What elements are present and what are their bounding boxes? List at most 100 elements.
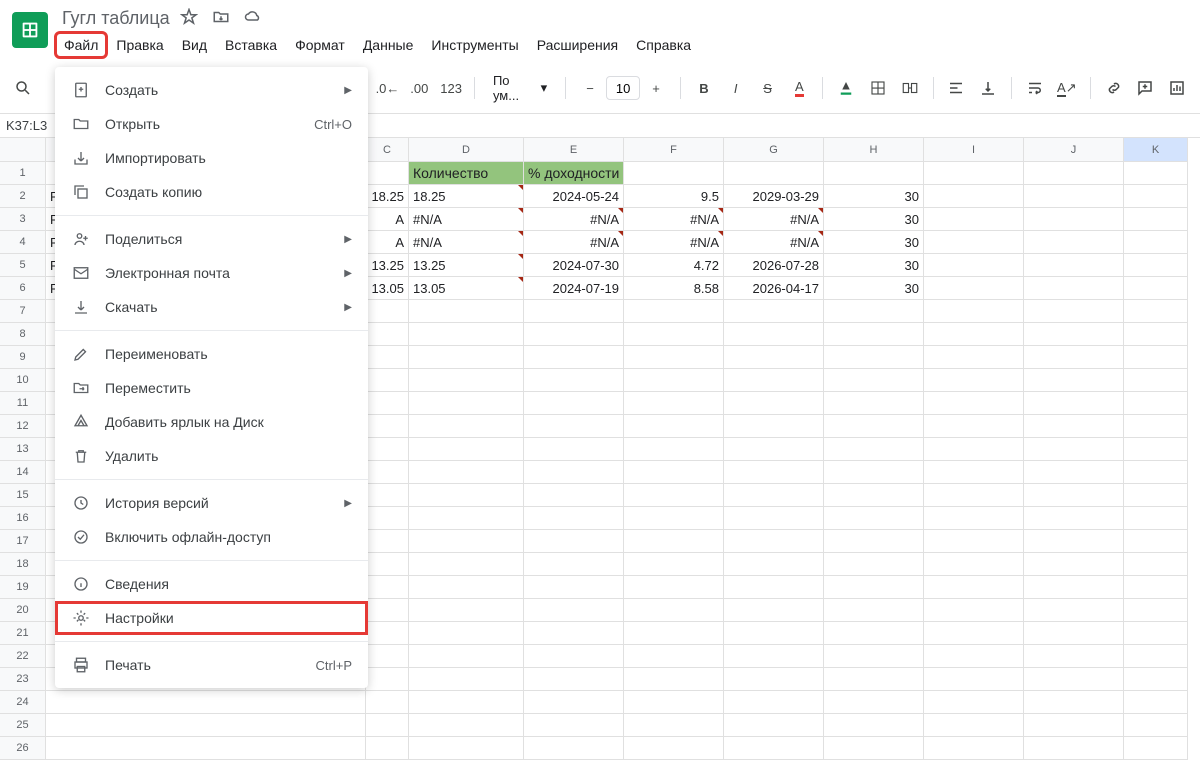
cell[interactable] <box>1124 714 1188 737</box>
cell[interactable] <box>824 392 924 415</box>
cell[interactable] <box>824 162 924 185</box>
menu-print[interactable]: ПечатьCtrl+P <box>55 648 368 682</box>
cell[interactable] <box>366 415 409 438</box>
menu-settings[interactable]: Настройки <box>55 601 368 635</box>
cell[interactable] <box>924 691 1024 714</box>
column-header[interactable]: E <box>524 138 624 162</box>
cell[interactable] <box>1024 254 1124 277</box>
menu-help[interactable]: Справка <box>628 33 699 57</box>
cell[interactable] <box>524 346 624 369</box>
row-header[interactable]: 1 <box>0 162 46 185</box>
row-header[interactable]: 7 <box>0 300 46 323</box>
cell[interactable]: 13.25 <box>366 254 409 277</box>
cell[interactable] <box>824 576 924 599</box>
cell[interactable] <box>366 392 409 415</box>
cell[interactable] <box>1124 438 1188 461</box>
cell[interactable] <box>824 438 924 461</box>
cell[interactable] <box>1124 484 1188 507</box>
cell[interactable] <box>724 576 824 599</box>
cell[interactable] <box>1024 162 1124 185</box>
cell[interactable] <box>524 300 624 323</box>
cell[interactable]: 30 <box>824 277 924 300</box>
cell[interactable]: 30 <box>824 254 924 277</box>
cell[interactable] <box>1024 530 1124 553</box>
cell[interactable] <box>1124 254 1188 277</box>
row-header[interactable]: 21 <box>0 622 46 645</box>
cell[interactable] <box>1024 208 1124 231</box>
cell[interactable] <box>624 599 724 622</box>
cell[interactable] <box>366 714 409 737</box>
menu-edit[interactable]: Правка <box>108 33 171 57</box>
cell[interactable] <box>1024 484 1124 507</box>
column-header[interactable]: H <box>824 138 924 162</box>
row-header[interactable]: 22 <box>0 645 46 668</box>
cell[interactable] <box>409 415 524 438</box>
cell[interactable] <box>1024 461 1124 484</box>
cloud-status-icon[interactable] <box>244 8 262 29</box>
vertical-align-icon[interactable] <box>975 74 1001 102</box>
document-title[interactable]: Гугл таблица <box>62 8 170 29</box>
cell[interactable]: #N/A <box>409 208 524 231</box>
cell[interactable] <box>824 300 924 323</box>
menu-open[interactable]: ОткрытьCtrl+O <box>55 107 368 141</box>
cell[interactable] <box>409 645 524 668</box>
cell[interactable] <box>1124 300 1188 323</box>
insert-link-icon[interactable] <box>1101 74 1127 102</box>
cell[interactable] <box>366 553 409 576</box>
menu-data[interactable]: Данные <box>355 33 422 57</box>
menu-version-history[interactable]: История версий▶ <box>55 486 368 520</box>
text-color-icon[interactable]: A <box>786 74 812 102</box>
cell[interactable] <box>724 346 824 369</box>
strikethrough-icon[interactable]: S <box>755 74 781 102</box>
row-header[interactable]: 11 <box>0 392 46 415</box>
menu-insert[interactable]: Вставка <box>217 33 285 57</box>
row-header[interactable]: 23 <box>0 668 46 691</box>
cell[interactable]: 2026-04-17 <box>724 277 824 300</box>
cell[interactable] <box>409 484 524 507</box>
cell[interactable] <box>524 714 624 737</box>
cell[interactable] <box>46 691 366 714</box>
cell[interactable] <box>1024 415 1124 438</box>
cell[interactable] <box>624 622 724 645</box>
cell[interactable] <box>1024 714 1124 737</box>
cell[interactable] <box>1124 668 1188 691</box>
row-header[interactable]: 8 <box>0 323 46 346</box>
cell[interactable] <box>624 415 724 438</box>
row-header[interactable]: 26 <box>0 737 46 760</box>
cell[interactable] <box>409 507 524 530</box>
cell[interactable] <box>366 346 409 369</box>
row-header[interactable]: 13 <box>0 438 46 461</box>
cell[interactable]: 30 <box>824 185 924 208</box>
column-header[interactable]: I <box>924 138 1024 162</box>
cell[interactable] <box>1024 392 1124 415</box>
column-header[interactable]: F <box>624 138 724 162</box>
row-header[interactable]: 15 <box>0 484 46 507</box>
cell[interactable]: #N/A <box>724 208 824 231</box>
cell[interactable] <box>366 576 409 599</box>
row-header[interactable]: 6 <box>0 277 46 300</box>
row-header[interactable]: 9 <box>0 346 46 369</box>
cell[interactable] <box>824 461 924 484</box>
cell[interactable] <box>524 553 624 576</box>
sheets-logo[interactable] <box>12 12 48 48</box>
cell[interactable] <box>1124 392 1188 415</box>
cell[interactable] <box>724 438 824 461</box>
cell[interactable] <box>1124 208 1188 231</box>
name-box[interactable]: K37:L3 <box>0 114 50 137</box>
cell[interactable] <box>409 668 524 691</box>
column-header[interactable]: C <box>366 138 409 162</box>
cell[interactable] <box>366 162 409 185</box>
menu-create[interactable]: Создать▶ <box>55 73 368 107</box>
cell[interactable] <box>724 714 824 737</box>
cell[interactable]: 2024-05-24 <box>524 185 624 208</box>
cell[interactable] <box>624 162 724 185</box>
cell[interactable] <box>724 553 824 576</box>
cell[interactable] <box>1024 277 1124 300</box>
cell[interactable] <box>1024 323 1124 346</box>
font-family-select[interactable]: По ум...▾ <box>485 69 555 107</box>
cell[interactable] <box>409 392 524 415</box>
row-header[interactable]: 16 <box>0 507 46 530</box>
cell[interactable] <box>1024 737 1124 760</box>
row-header[interactable]: 17 <box>0 530 46 553</box>
cell[interactable] <box>1124 645 1188 668</box>
